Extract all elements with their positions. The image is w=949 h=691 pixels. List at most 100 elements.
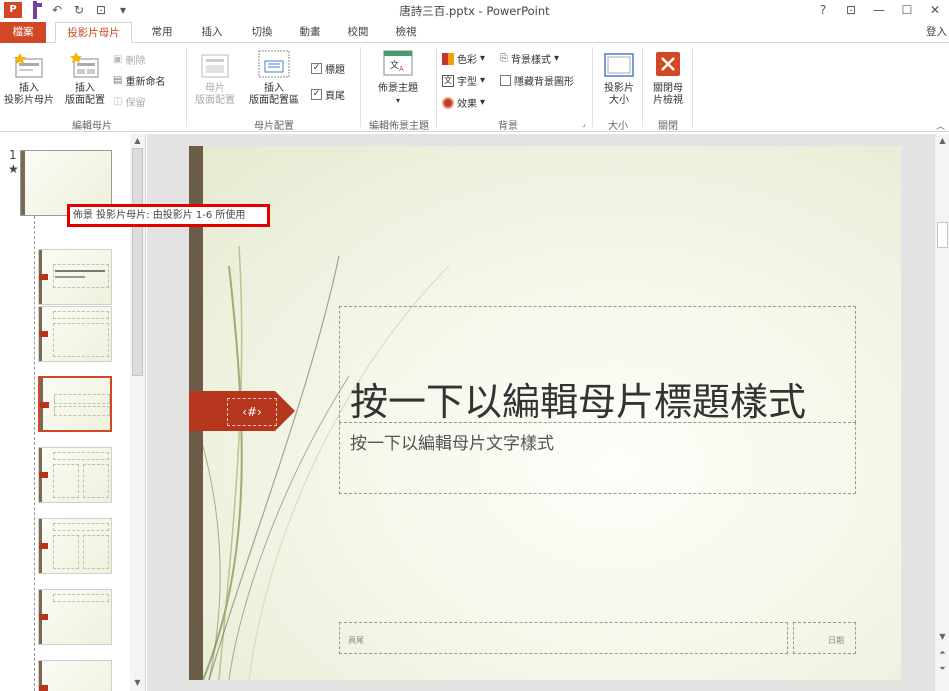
tab-transitions[interactable]: 切換 xyxy=(242,22,282,43)
minimize-button[interactable]: — xyxy=(865,2,893,18)
group-separator xyxy=(592,47,593,127)
thumb-box xyxy=(53,323,109,357)
thumbnail-layout-6[interactable] xyxy=(38,589,112,645)
tab-slide-master[interactable]: 投影片母片 xyxy=(55,22,132,44)
thumb-bar xyxy=(21,151,25,215)
thumbnail-layout-7[interactable] xyxy=(38,660,112,691)
date-placeholder[interactable]: 日期 xyxy=(793,622,856,654)
close-button[interactable]: ✕ xyxy=(921,2,949,18)
slide-number-placeholder[interactable]: ‹#› xyxy=(227,398,277,426)
thumbnail-layout-4[interactable] xyxy=(38,447,112,503)
thumb-box xyxy=(83,464,109,498)
tab-review[interactable]: 校閱 xyxy=(338,22,378,43)
ribbon: 插入 投影片母片 插入 版面配置 ▣ 刪除 ▤ 重新命名 ◫ 保留 編輯母片 母片 版… xyxy=(0,43,949,132)
check-icon: ✓ xyxy=(311,89,322,100)
tab-view[interactable]: 檢視 xyxy=(386,22,426,43)
insert-layout-button[interactable]: 插入 版面配置 xyxy=(60,83,110,107)
group-separator xyxy=(360,47,361,127)
group-label-edit-theme: 編輯佈景主題 xyxy=(369,121,429,132)
insert-slide-master-button[interactable]: 插入 投影片母片 xyxy=(0,83,58,107)
slide-master-canvas[interactable]: ‹#› 按一下以編輯母片標題樣式 按一下以編輯母片文字樣式 頁尾 日期 xyxy=(189,146,901,680)
thumb-box xyxy=(54,406,110,416)
scroll-down-icon[interactable]: ▼ xyxy=(130,678,145,687)
fonts-button[interactable]: 文字型 ▾ xyxy=(442,73,485,88)
thumb-box xyxy=(54,394,110,404)
thumb-box xyxy=(53,452,109,460)
thumb-flag xyxy=(39,331,48,337)
group-label-close: 關閉 xyxy=(658,121,678,132)
window-controls: ? ⊡ — ☐ ✕ xyxy=(809,2,949,18)
thumb-flag xyxy=(39,543,48,549)
previous-slide-icon[interactable]: ⏶ xyxy=(935,648,949,658)
date-placeholder-text: 日期 xyxy=(828,636,844,645)
scroll-up-icon[interactable]: ▲ xyxy=(935,136,949,145)
checkbox-icon xyxy=(500,75,511,86)
footer-placeholder[interactable]: 頁尾 xyxy=(339,622,788,654)
rename-button[interactable]: ▤ 重新命名 xyxy=(113,73,165,88)
fonts-icon: 文 xyxy=(442,74,454,87)
help-button[interactable]: ? xyxy=(809,2,837,18)
slide-number: 1 xyxy=(9,148,17,162)
close-master-view-button[interactable]: 關閉母 片檢視 xyxy=(644,83,692,107)
tab-insert[interactable]: 插入 xyxy=(192,22,232,43)
slide-scrollbar[interactable]: ▲ ▼ ⏶ ⏷ xyxy=(934,134,949,691)
thumb-box xyxy=(53,594,109,602)
svg-text:A: A xyxy=(399,65,404,73)
next-slide-icon[interactable]: ⏷ xyxy=(935,664,949,674)
tab-file[interactable]: 檔案 xyxy=(0,22,46,43)
colors-button[interactable]: 色彩 ▾ xyxy=(442,51,485,66)
thumbnail-layout-5[interactable] xyxy=(38,518,112,574)
thumb-flag xyxy=(40,402,49,408)
themes-button[interactable]: 佈景主題 xyxy=(364,83,432,95)
insert-layout-icon xyxy=(70,52,99,78)
thumbnail-layout-1[interactable] xyxy=(38,249,112,305)
preserve-button[interactable]: ◫ 保留 xyxy=(113,94,145,109)
layout-connector-line xyxy=(34,216,35,691)
ribbon-display-options-button[interactable]: ⊡ xyxy=(837,2,865,18)
document-title: 唐詩三百.pptx - PowerPoint xyxy=(399,4,550,18)
preserve-icon: ◫ xyxy=(113,96,123,107)
title-checkbox[interactable]: ✓ 標題 xyxy=(311,61,345,76)
slide-size-button[interactable]: 投影片 大小 xyxy=(596,83,642,107)
thumbnail-layout-2[interactable] xyxy=(38,306,112,362)
collapse-ribbon-button[interactable]: ︿ xyxy=(936,119,945,132)
group-separator xyxy=(692,47,693,127)
scroll-down-icon[interactable]: ▼ xyxy=(935,632,949,641)
effects-icon xyxy=(442,96,454,109)
dropdown-arrow-icon: ▾ xyxy=(480,53,486,64)
footer-placeholder-text: 頁尾 xyxy=(348,636,364,645)
effects-button[interactable]: 效果 ▾ xyxy=(442,95,485,110)
insert-placeholder-icon xyxy=(258,50,290,78)
maximize-button[interactable]: ☐ xyxy=(893,2,921,18)
body-placeholder-text: 按一下以編輯母片文字樣式 xyxy=(350,434,554,454)
ribbon-tabs: 檔案 投影片母片 常用 插入 切換 動畫 校閱 檢視 登入 xyxy=(0,22,949,44)
title-placeholder[interactable]: 按一下以編輯母片標題樣式 xyxy=(339,306,856,424)
background-dialog-launcher-icon[interactable]: ⌟ xyxy=(582,119,586,128)
powerpoint-window: P ↶ ↻ ⊡ ▾ 唐詩三百.pptx - PowerPoint ? ⊡ — ☐… xyxy=(0,0,949,691)
dropdown-arrow-icon: ▾ xyxy=(480,75,486,86)
tab-animations[interactable]: 動畫 xyxy=(290,22,330,43)
master-layout-button[interactable]: 母片 版面配置 xyxy=(190,83,240,107)
group-label-background: 背景 xyxy=(498,121,518,132)
scrollbar-thumb[interactable] xyxy=(132,148,143,376)
thumb-flag xyxy=(39,614,48,620)
delete-button[interactable]: ▣ 刪除 xyxy=(113,52,145,67)
scroll-up-icon[interactable]: ▲ xyxy=(130,136,145,145)
group-label-edit-master: 編輯母片 xyxy=(72,121,112,132)
hide-background-graphics-checkbox[interactable]: 隱藏背景圖形 xyxy=(500,73,574,88)
thumb-box xyxy=(53,535,79,569)
scrollbar-thumb[interactable] xyxy=(937,222,948,248)
footers-checkbox[interactable]: ✓ 頁尾 xyxy=(311,87,345,102)
insert-placeholder-button[interactable]: 插入 版面配置區 xyxy=(243,83,305,107)
background-styles-button[interactable]: ⎘ 背景樣式 ▾ xyxy=(500,51,559,66)
delete-icon: ▣ xyxy=(113,54,123,65)
themes-dropdown-icon: ▾ xyxy=(395,96,400,105)
thumb-box xyxy=(83,535,109,569)
sign-in-link[interactable]: 登入 xyxy=(926,24,947,39)
thumb-box xyxy=(53,264,109,288)
thumb-box xyxy=(53,523,109,531)
tab-home[interactable]: 常用 xyxy=(142,22,182,43)
rename-icon: ▤ xyxy=(113,75,123,86)
thumbnail-layout-3[interactable] xyxy=(38,376,112,432)
body-placeholder[interactable]: 按一下以編輯母片文字樣式 xyxy=(339,422,856,494)
